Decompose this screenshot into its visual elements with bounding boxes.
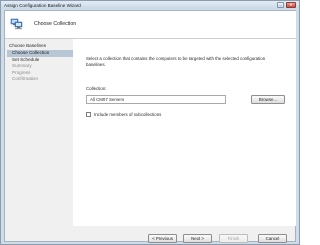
next-button[interactable]: Next > <box>183 234 212 243</box>
collection-field[interactable]: All CM07 Servers <box>86 95 226 104</box>
wizard-client: Choose Collection Choose Baselines Choos… <box>4 10 296 243</box>
page-description: Select a collection that contains the co… <box>86 56 266 67</box>
wizard-header: Choose Collection <box>5 11 296 39</box>
page-title: Choose Collection <box>34 21 77 27</box>
computers-wizard-icon <box>10 18 23 30</box>
browse-button[interactable]: Browse... <box>251 95 285 104</box>
title-bar[interactable]: Assign Configuration Baseline Wizard – ✕ <box>1 1 299 9</box>
minimize-button[interactable]: – <box>277 2 284 8</box>
close-button[interactable]: ✕ <box>286 2 296 8</box>
wizard-content: Select a collection that contains the co… <box>73 39 296 226</box>
wizard-steps-nav: Choose Baselines Choose Collection Set S… <box>5 39 73 226</box>
nav-item-choose-baselines[interactable]: Choose Baselines <box>9 43 46 50</box>
include-subcollections-label: Include members of subcollections <box>94 111 162 117</box>
previous-button[interactable]: < Previous <box>148 234 177 243</box>
nav-item-confirmation: Confirmation <box>12 76 39 81</box>
collection-label: Collection: <box>86 86 107 91</box>
cancel-button[interactable]: Cancel <box>258 234 287 243</box>
window-title: Assign Configuration Baseline Wizard <box>4 2 81 8</box>
wizard-window: Assign Configuration Baseline Wizard – ✕… <box>0 0 300 245</box>
include-subcollections-checkbox[interactable] <box>86 112 91 117</box>
finish-button: Finish <box>219 234 248 243</box>
